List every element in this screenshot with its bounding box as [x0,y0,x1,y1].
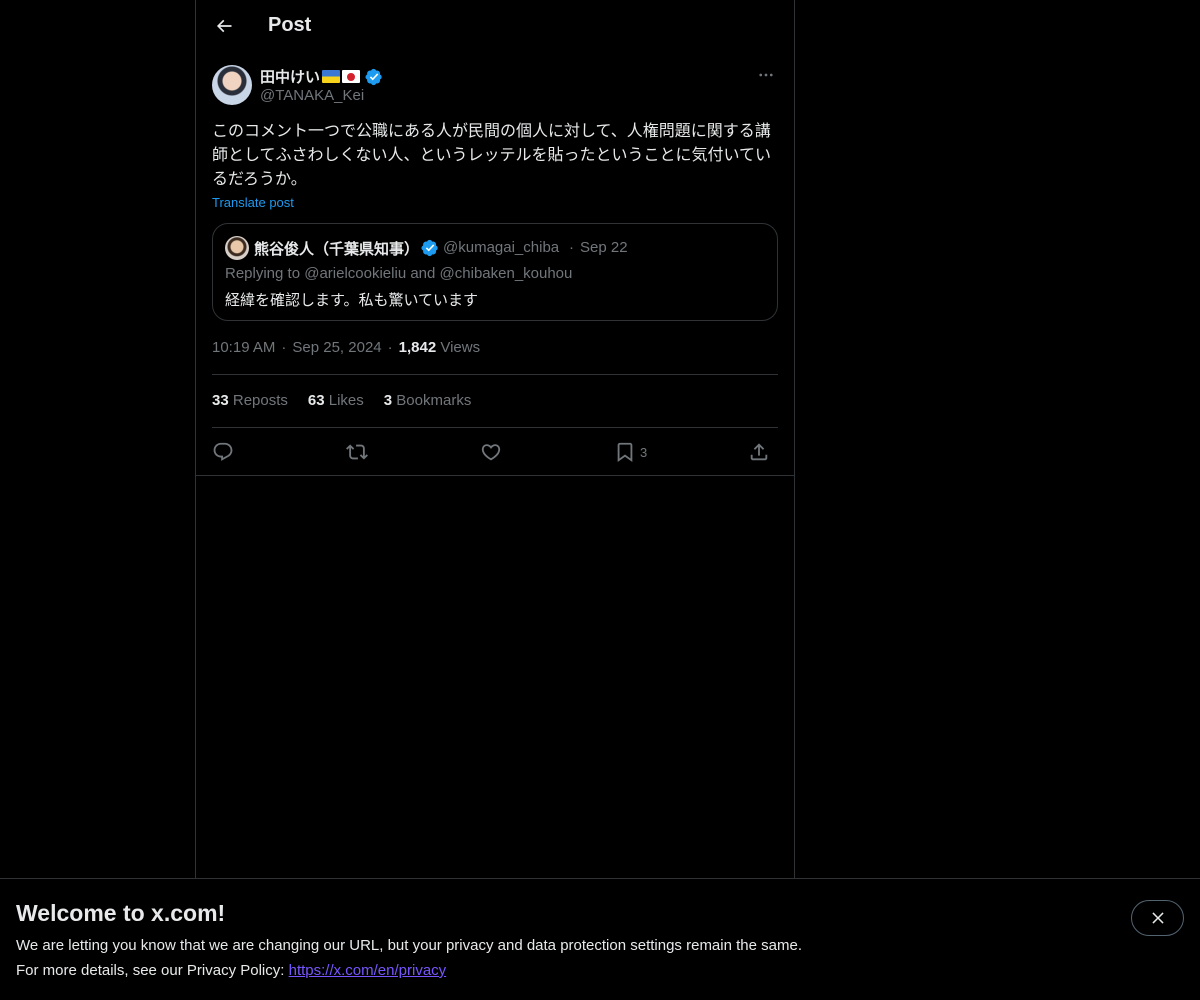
close-icon [1151,912,1164,924]
bookmark-icon [617,442,633,463]
action-bar: 3 [212,438,778,466]
author-name[interactable]: 田中けい [260,66,320,87]
bookmark-button[interactable]: 3 [614,438,647,466]
flag-japan-icon [342,70,361,83]
likes-count: 63 [307,392,325,409]
translate-post-link[interactable]: Translate post [212,195,294,210]
reply-and: and [410,265,436,282]
reposts-stat[interactable]: 33 Reposts [212,392,288,409]
privacy-policy-link[interactable]: https://x.com/en/privacy [289,962,447,979]
author-name-row[interactable]: 田中けい [260,66,383,87]
quote-author-handle: @kumagai_chiba [443,239,560,256]
back-button[interactable] [207,9,241,43]
meta-separator: · [281,339,287,356]
close-banner-button[interactable] [1131,900,1184,936]
welcome-banner: Welcome to x.com! We are letting you kno… [0,878,1200,1000]
flag-ukraine-icon [322,70,341,83]
verified-badge-icon[interactable] [365,68,383,86]
page-header: Post [196,0,794,53]
post-time[interactable]: 10:19 AM [212,339,275,356]
like-icon [481,444,501,461]
quote-text: 経緯を確認します。私も驚いています [225,291,479,309]
likes-label: Likes [328,392,364,409]
avatar[interactable] [212,65,252,105]
repost-icon [346,444,368,460]
share-button[interactable] [748,438,770,466]
divider [212,427,778,428]
banner-privacy-prefix: For more details, see our Privacy Policy… [16,962,285,979]
reply-prefix: Replying to [225,265,301,282]
likes-stat[interactable]: 63 Likes [308,392,364,409]
banner-title: Welcome to x.com! [16,900,226,926]
bookmarks-label: Bookmarks [396,392,472,409]
main-column: Post 田中けい @TANAKA_Kei このコメント一つで公職にある人が民間… [195,0,795,878]
meta-separator: · [387,339,393,356]
post-stats: 33 Reposts 63 Likes 3 Bookmarks [212,392,471,409]
repost-button[interactable] [346,438,368,466]
more-icon [759,73,773,77]
quote-separator: · [569,239,574,256]
bookmark-count: 3 [640,444,648,460]
reposts-label: Reposts [232,392,288,409]
quoted-post[interactable]: 熊谷俊人（千葉県知事） @kumagai_chiba · Sep 22 Repl… [212,223,778,321]
quote-author-name: 熊谷俊人（千葉県知事） [254,240,420,258]
divider [196,475,794,476]
bookmarks-count: 3 [383,392,393,409]
more-button[interactable] [754,65,778,85]
divider [212,374,778,375]
views-label: Views [440,339,481,356]
reply-button[interactable] [212,438,234,466]
banner-message: We are letting you know that we are chan… [16,937,802,954]
post-views[interactable]: 1,842 Views [399,339,480,356]
banner-privacy-line: For more details, see our Privacy Policy… [16,962,446,979]
author-handle[interactable]: @TANAKA_Kei [260,87,364,104]
reply-user-1[interactable]: @arielcookieliu [304,265,406,282]
post-meta: 10:19 AM · Sep 25, 2024 · 1,842 Views [212,339,480,356]
bookmarks-stat[interactable]: 3 Bookmarks [384,392,472,409]
quote-date: Sep 22 [580,239,628,256]
quote-replying-to: Replying to @arielcookieliu and @chibake… [225,265,572,282]
back-arrow-icon [216,19,232,33]
post-author: 田中けい @TANAKA_Kei [212,65,778,105]
reposts-count: 33 [212,392,229,409]
page-title: Post [268,14,312,36]
post-date[interactable]: Sep 25, 2024 [292,339,381,356]
post-text: このコメント一つで公職にある人が民間の個人に対して、人権問題に関する講師としてふ… [212,121,772,188]
quote-avatar [225,236,249,260]
views-count: 1,842 [398,339,437,356]
like-button[interactable] [480,438,502,466]
reply-icon [213,442,233,461]
reply-user-2[interactable]: @chibaken_kouhou [440,265,573,282]
share-icon [750,443,768,461]
verified-badge-icon [421,239,439,262]
